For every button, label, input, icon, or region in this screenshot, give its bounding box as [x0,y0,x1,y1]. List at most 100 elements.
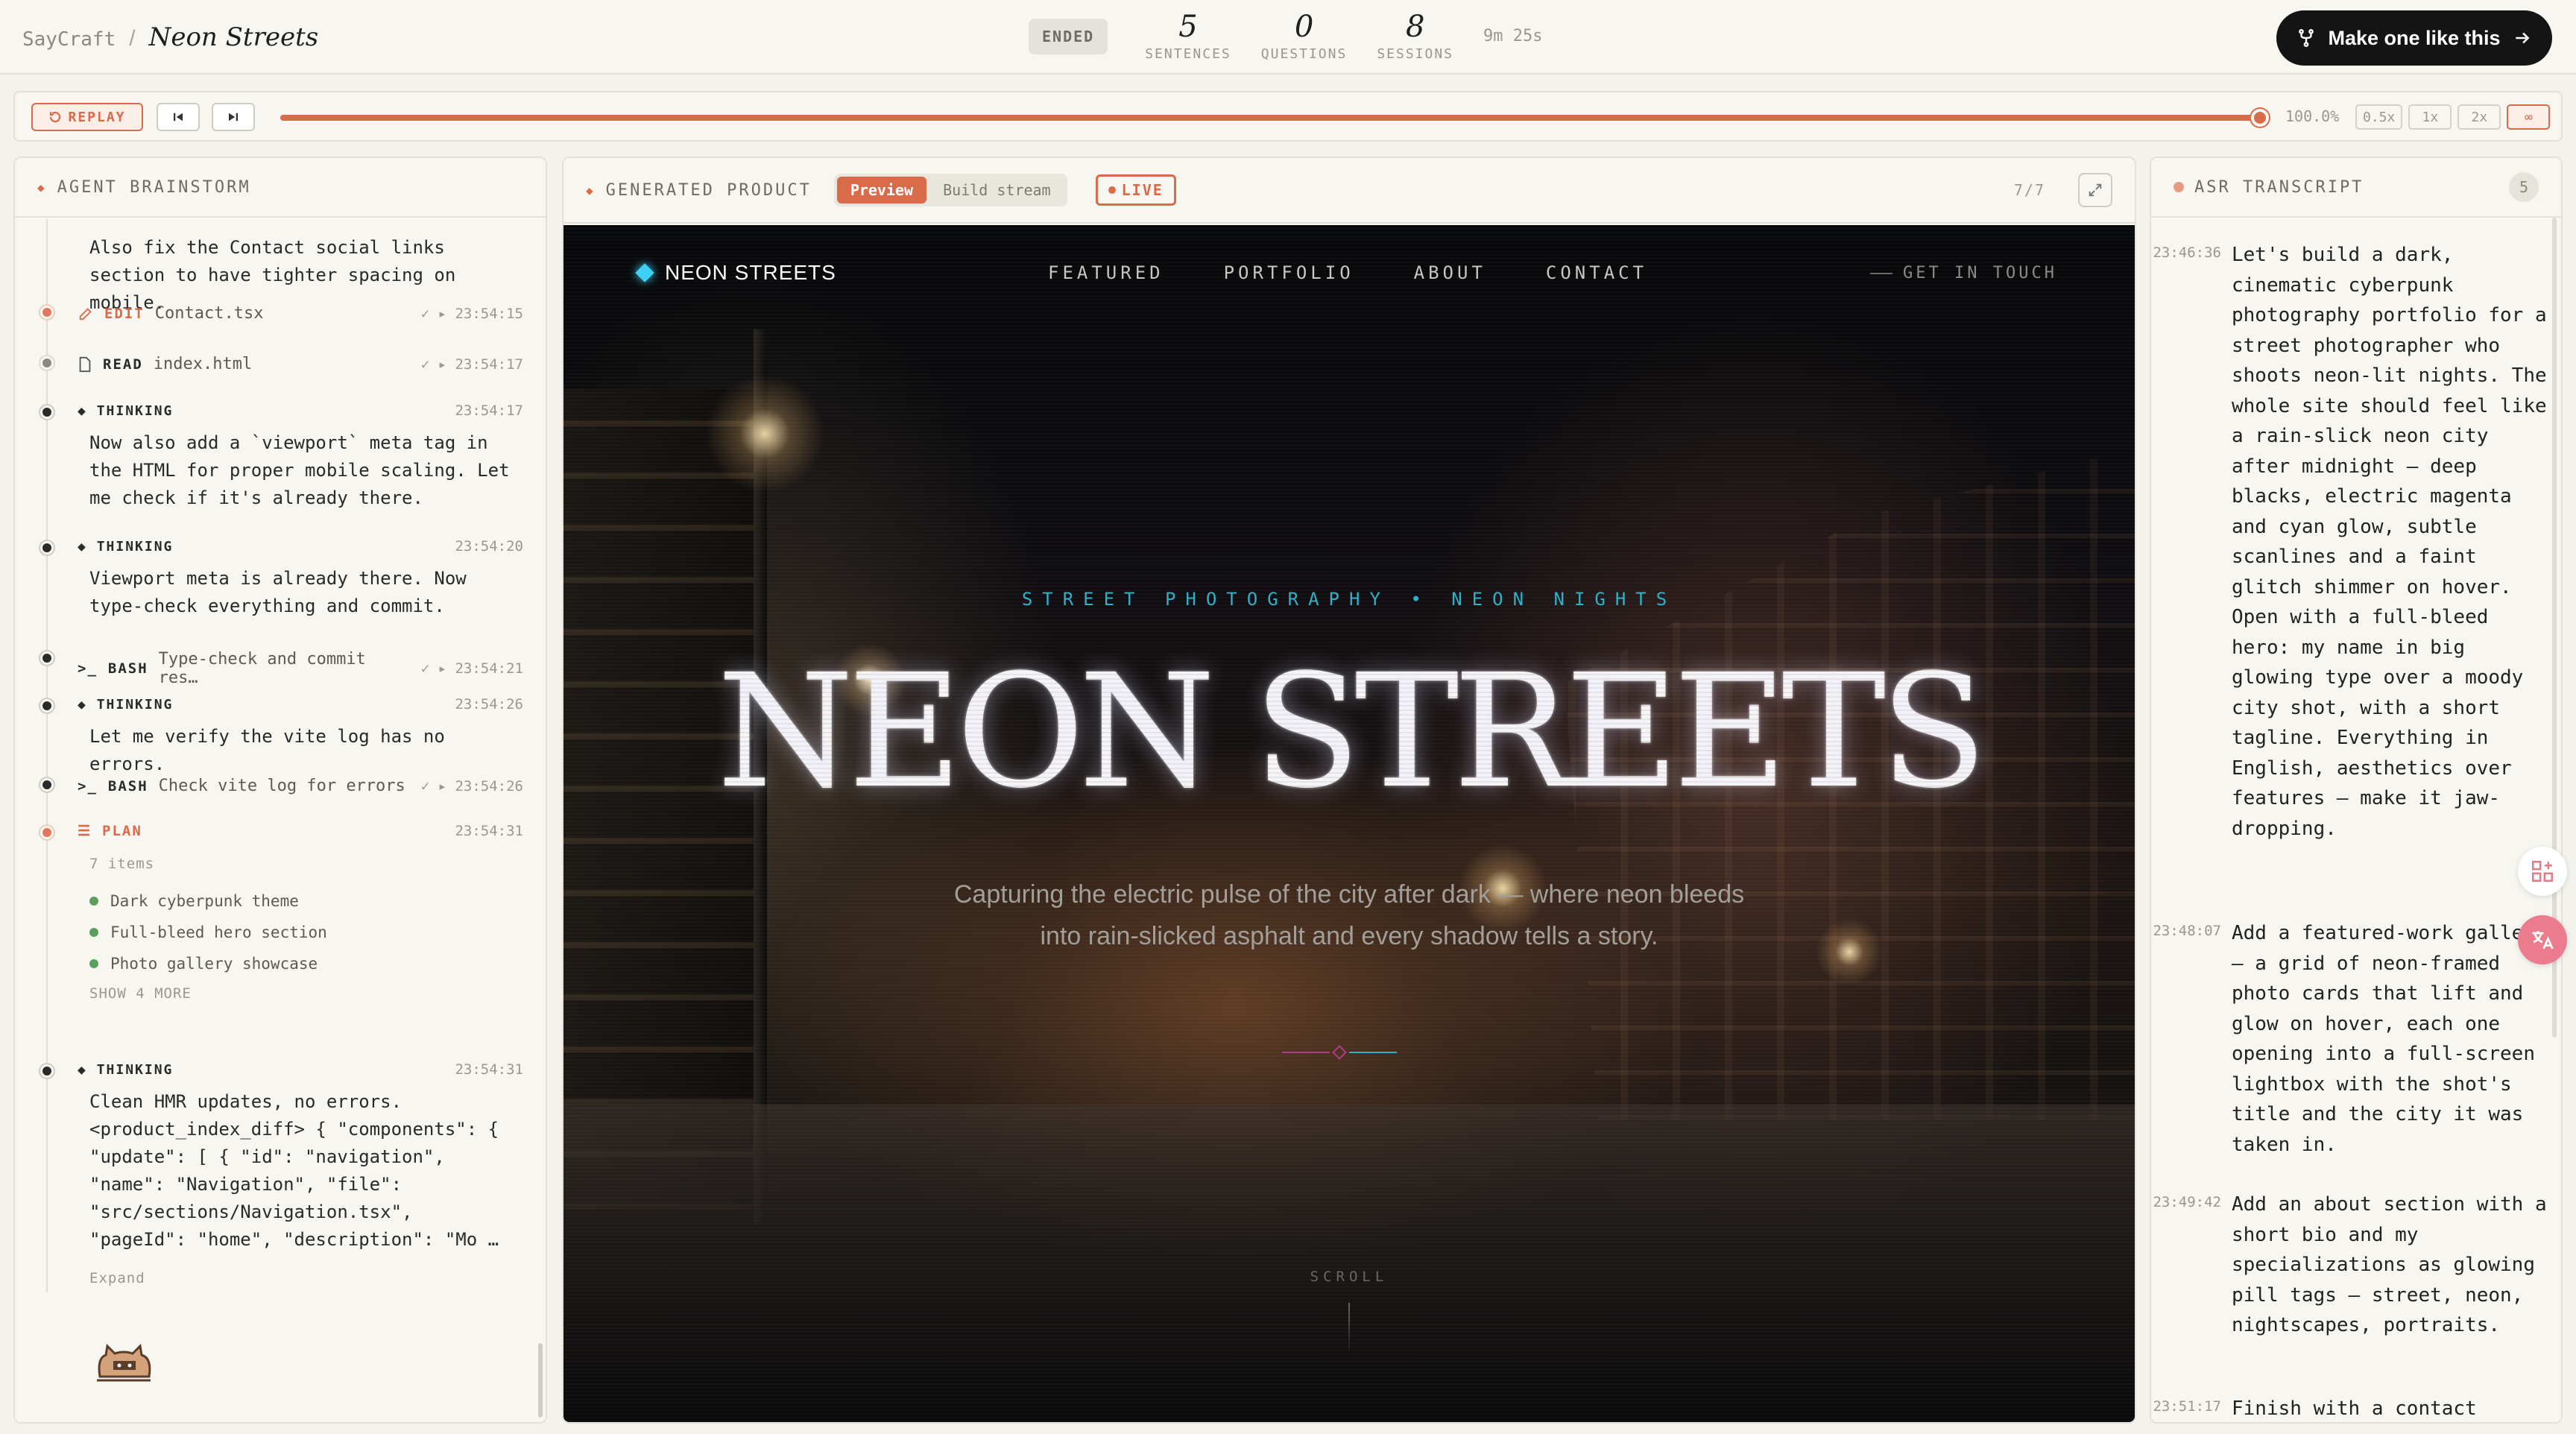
timeline-handle[interactable] [2251,109,2269,127]
translate-floating-button[interactable] [2518,915,2567,964]
entry-dot [40,778,54,792]
stat-questions: 0 QUESTIONS [1261,10,1348,62]
plan-item-label: Photo gallery showcase [110,955,318,973]
entry-header: ◆ THINKING 23:54:26 [78,696,523,713]
entry-tag-label: THINKING [96,1061,174,1078]
entry-tag-label: THINKING [96,402,174,419]
timeline-rail [46,219,48,1292]
entry-file: Type-check and commit res… [158,650,366,687]
panel-header: ASR TRANSCRIPT 5 [2151,158,2561,218]
agent-stream[interactable]: Also fix the Contact social links sectio… [15,219,546,1422]
speed-selector: 0.5x 1x 2x ∞ [2355,104,2551,130]
skip-back-button[interactable] [157,103,200,131]
entry-dot [40,405,54,419]
skip-back-icon [174,113,183,121]
stat-value: 8 [1405,10,1425,44]
entry-tag-label: THINKING [96,538,174,555]
top-bar: SayCraft / Neon Streets ENDED 5 SENTENCE… [0,0,2576,75]
get-in-touch-label: GET IN TOUCH [1903,264,2057,282]
site-nav-about[interactable]: ABOUT [1414,262,1486,283]
entry-tag: READ [103,356,143,373]
site-nav-contact[interactable]: CONTACT [1546,262,1647,283]
fullscreen-button[interactable] [2078,173,2112,207]
live-badge: LIVE [1095,174,1176,206]
entry-tag-label: THINKING [96,696,174,713]
panel-title: GENERATED PRODUCT [605,180,812,200]
fork-icon [2299,28,2314,48]
replay-button[interactable]: REPLAY [31,103,143,131]
divider-line-magenta [1282,1052,1330,1053]
session-stats: ENDED 5 SENTENCES 0 QUESTIONS 8 SESSIONS… [1029,10,1543,62]
entry-header: READ index.html ✓ ▸ 23:54:17 [78,355,523,373]
diamond-icon: ◆ [586,183,596,198]
terminal-icon: >_ [78,777,98,795]
agent-brainstorm-panel: ◆ AGENT BRAINSTORM Also fix the Contact … [13,157,547,1424]
stream-scrollbar[interactable] [538,1343,543,1418]
entry-dot [40,541,54,555]
site-preview[interactable]: NEON STREETS FEATURED PORTFOLIO ABOUT CO… [564,225,2135,1422]
site-logo[interactable]: NEON STREETS [635,261,836,285]
entry-dot [40,1064,54,1078]
entry-text: Viewport meta is already there. Now type… [89,568,467,616]
entry-tag: PLAN [102,823,142,839]
transcript-count-badge: 5 [2509,172,2539,202]
speed-option-2x[interactable]: 2x [2457,104,2501,130]
transcript-text: Let's build a dark, cinematic cyberpunk … [2232,244,2547,840]
show-more-link[interactable]: SHOW 4 MORE [89,985,327,1002]
transcript-scrollbar[interactable] [2552,218,2557,1037]
site-nav-featured[interactable]: FEATURED [1048,262,1164,283]
skip-forward-button[interactable] [212,103,255,131]
hero-divider [1282,1045,1416,1060]
entry-tag: EDIT [104,305,145,322]
transcript-time: 23:48:07 [2153,923,2221,939]
asr-transcript-panel: ASR TRANSCRIPT 5 23:46:36 Let's build a … [2150,157,2563,1424]
scroll-indicator-label: SCROLL [1310,1269,1389,1285]
entry-dot [40,306,54,319]
list-icon: ☰ [78,823,92,839]
cta-label: Make one like this [2328,26,2501,49]
entry-header: ☰ PLAN 23:54:31 [78,823,523,839]
plan-item-label: Dark cyberpunk theme [110,892,299,910]
transcript-line: 23:46:36 Let's build a dark, cinematic c… [2151,240,2554,844]
hero-headline: NEON STREETS [564,642,2135,821]
page-counter: 7/7 [2013,181,2045,199]
expand-link[interactable]: Expand [89,1270,145,1286]
stat-label: SENTENCES [1145,46,1231,62]
entry-text: Clean HMR updates, no errors. <product_i… [89,1091,499,1250]
entry-header: ◆ THINKING 23:54:31 [78,1061,523,1078]
transcript-text: Add a featured-work gallery — a grid of … [2232,922,2547,1156]
site-nav-portfolio[interactable]: PORTFOLIO [1224,262,1354,283]
divider-line-cyan [1349,1052,1397,1053]
transcript-line: 23:51:17 Finish with a contact [2151,1394,2554,1422]
entry-tag: BASH [107,777,148,795]
entry-time: 23:54:26 [455,696,523,713]
stat-sentences: 5 SENTENCES [1145,10,1231,62]
speed-option-infinite[interactable]: ∞ [2507,104,2551,130]
stat-label: QUESTIONS [1260,46,1348,62]
timeline-scrubber[interactable] [280,109,2269,127]
translate-icon [2532,931,2554,950]
generated-product-panel: ◆ GENERATED PRODUCT Preview Build stream… [562,157,2136,1424]
entry-time: 23:54:31 [455,823,523,839]
tab-build-stream[interactable]: Build stream [929,177,1064,203]
brand-link[interactable]: SayCraft [22,28,116,51]
status-badge: ENDED [1029,18,1108,54]
mascot-cat-icon [97,1343,151,1382]
entry-time: ✓ ▸ 23:54:17 [420,356,523,373]
stat-value: 5 [1178,10,1198,44]
entry-header: ◆ THINKING 23:54:20 [78,538,523,555]
replay-bar: REPLAY 100.0% 0.5x 1x 2x ∞ [13,91,2563,142]
apps-floating-button[interactable] [2518,847,2567,896]
speed-option-1x[interactable]: 1x [2408,104,2452,130]
get-in-touch-link[interactable]: GET IN TOUCH [1870,264,2057,282]
pencil-icon [79,307,92,320]
tab-preview[interactable]: Preview [836,177,927,203]
entry-time: 23:54:31 [455,1061,523,1078]
speed-option-0.5x[interactable]: 0.5x [2355,104,2403,130]
panel-title: AGENT BRAINSTORM [57,177,251,197]
stat-sessions: 8 SESSIONS [1377,10,1453,62]
transcript-list[interactable]: 23:46:36 Let's build a dark, cinematic c… [2151,219,2561,1422]
check-dot-icon [89,959,98,968]
entry-time: ✓ ▸ 23:54:21 [420,660,523,677]
make-one-like-this-button[interactable]: Make one like this [2276,10,2552,66]
